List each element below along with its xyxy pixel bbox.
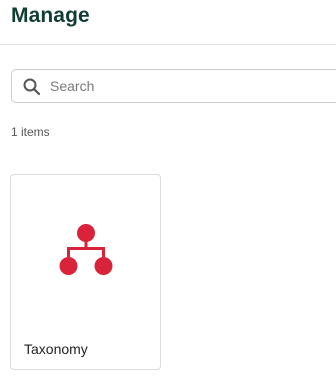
search-input[interactable]	[50, 70, 330, 102]
header-divider	[0, 44, 336, 45]
manage-page: Manage 1 items Taxonomy	[0, 0, 336, 384]
search-box[interactable]	[11, 69, 336, 103]
card-label: Taxonomy	[24, 341, 88, 357]
page-title: Manage	[11, 4, 90, 27]
item-count: 1 items	[11, 125, 50, 139]
search-icon	[22, 77, 42, 97]
hierarchy-icon	[55, 219, 117, 281]
taxonomy-card[interactable]: Taxonomy	[10, 174, 161, 370]
